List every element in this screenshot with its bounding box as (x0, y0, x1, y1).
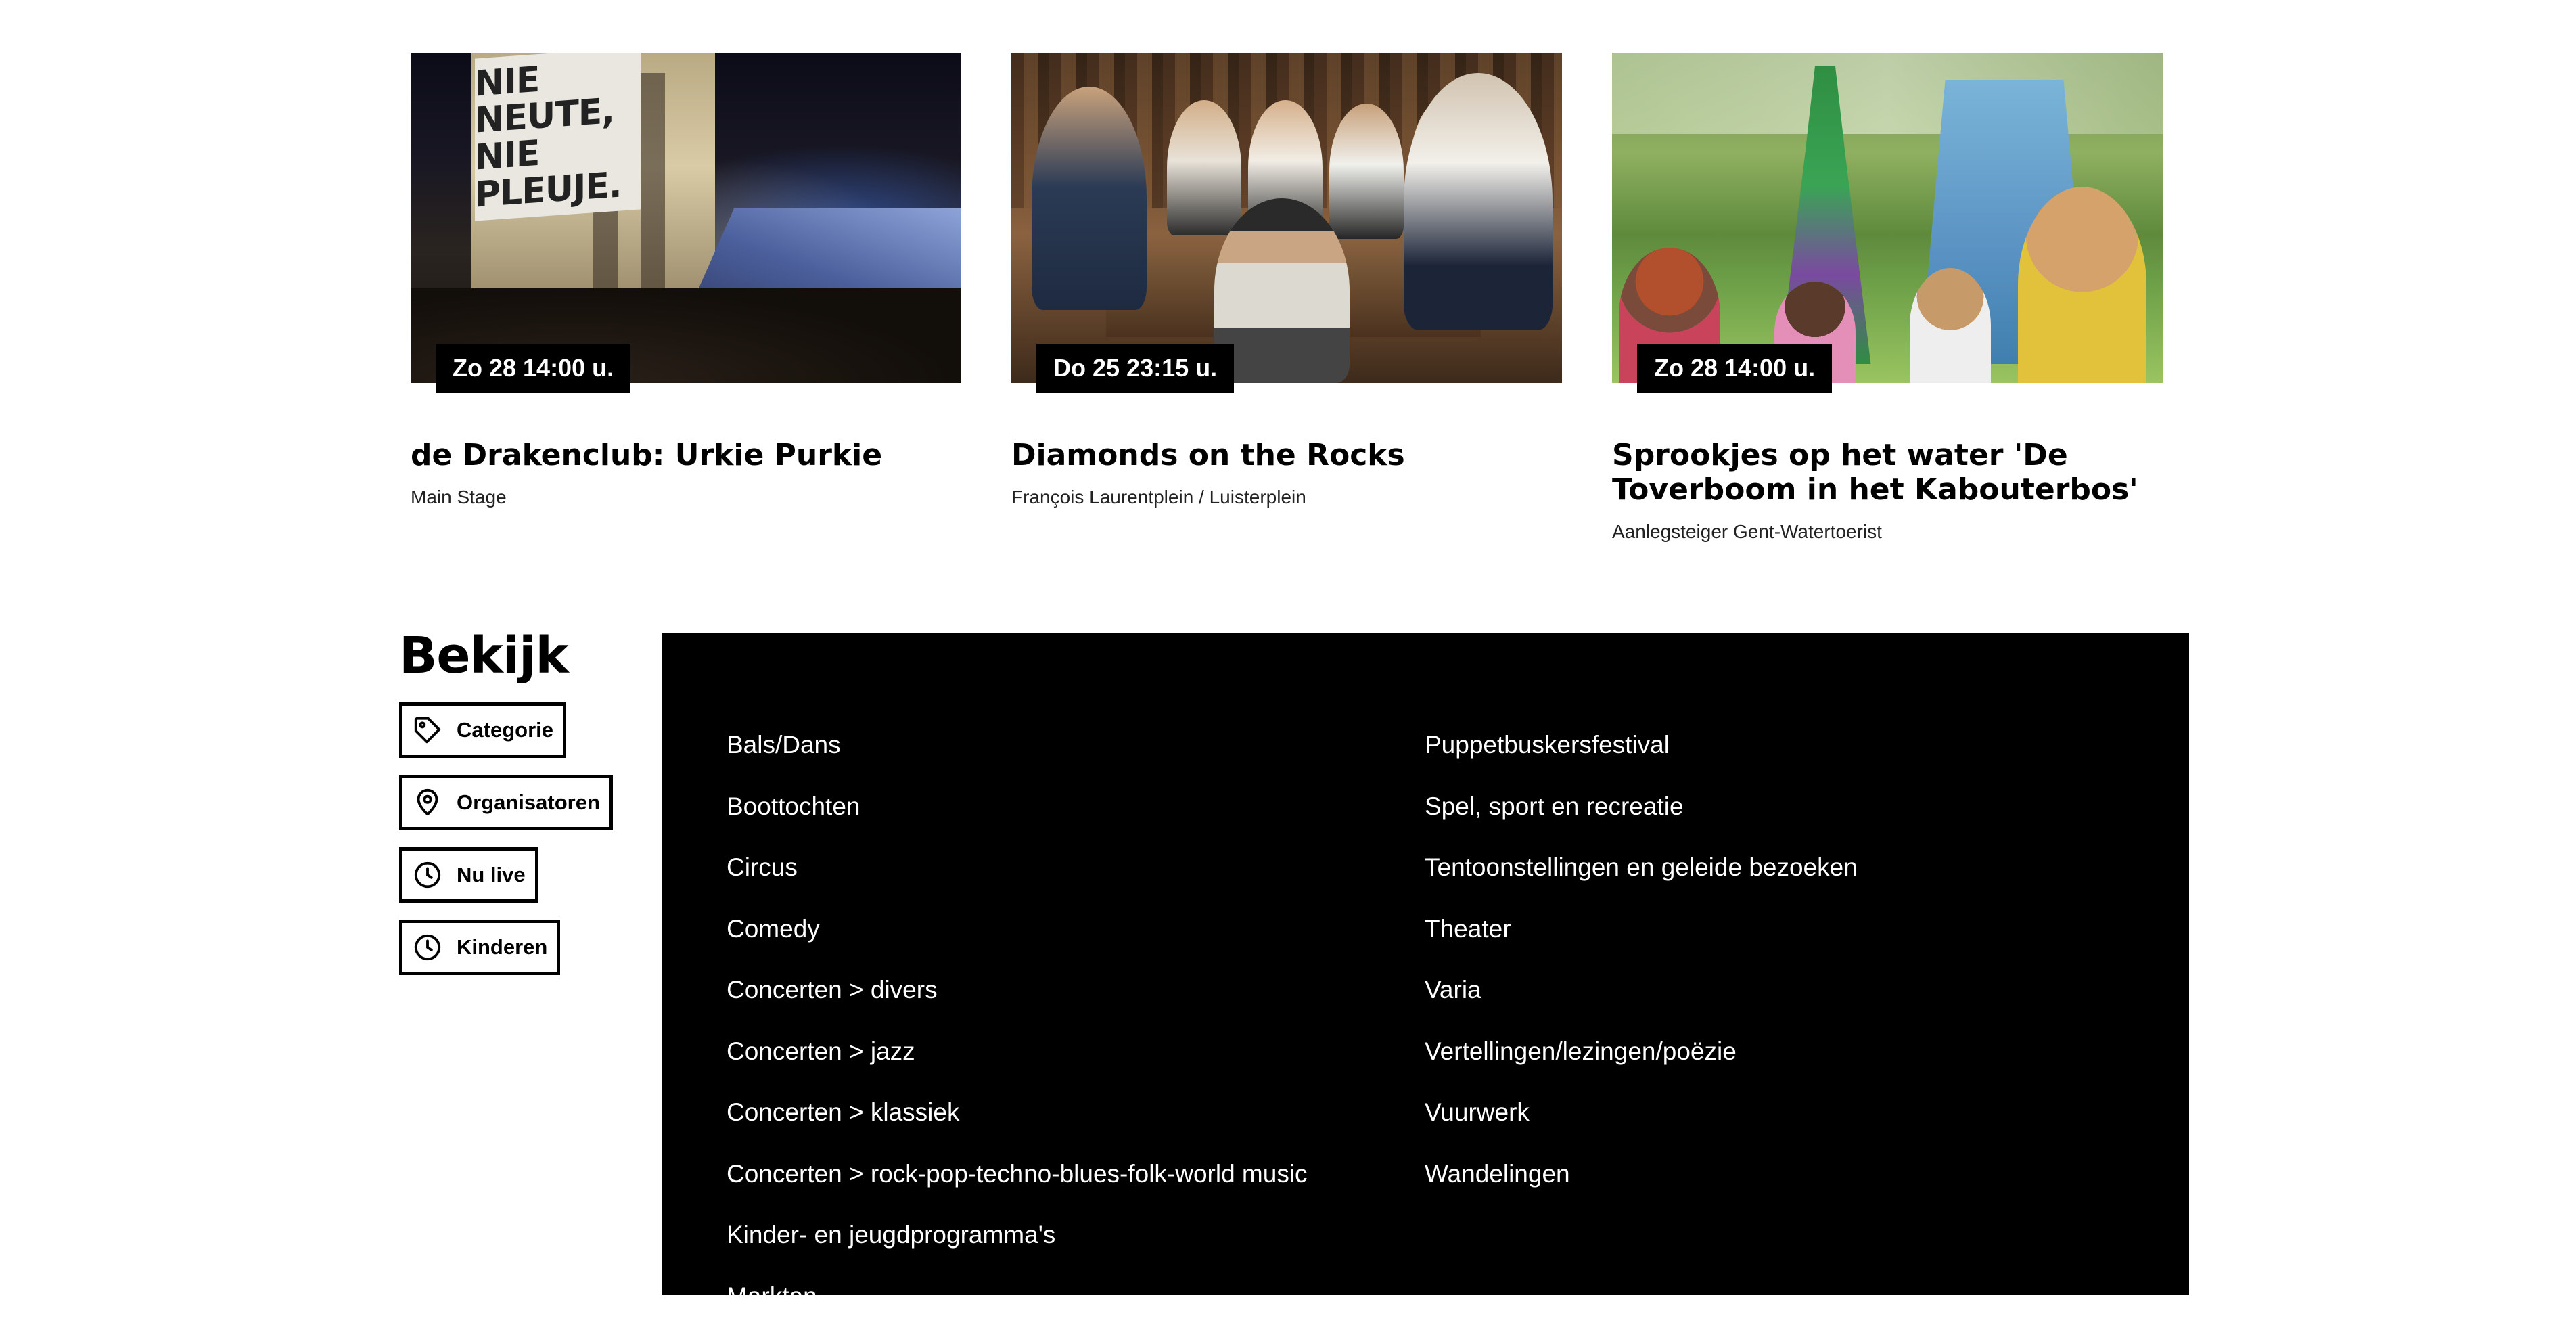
category-link[interactable]: Tentoonstellingen en geleide bezoeken (1425, 837, 1858, 899)
event-title[interactable]: Sprookjes op het water 'De Toverboom in … (1612, 438, 2163, 507)
image-person (1032, 87, 1147, 310)
category-link[interactable]: Varia (1425, 960, 1858, 1021)
image-sky (1612, 53, 2163, 134)
bekijk-title: Bekijk (399, 631, 616, 681)
category-link[interactable]: Vuurwerk (1425, 1082, 1858, 1144)
category-link[interactable]: Spel, sport en recreatie (1425, 776, 1858, 838)
nu-live-button[interactable]: Nu live (399, 847, 538, 903)
event-image[interactable] (1612, 53, 2163, 383)
categorie-button[interactable]: Categorie (399, 702, 566, 758)
category-column-right: Puppetbuskersfestival Spel, sport en rec… (1425, 715, 1858, 1205)
event-date-badge: Zo 28 14:00 u. (1637, 344, 1832, 393)
category-column-left: Bals/Dans Boottochten Circus Comedy Conc… (727, 715, 1308, 1327)
category-link[interactable]: Concerten > jazz (727, 1021, 1308, 1083)
organisatoren-button-label: Organisatoren (457, 790, 600, 815)
image-child (1910, 268, 1991, 383)
event-date-badge: Do 25 23:15 u. (1036, 344, 1234, 393)
event-date-badge: Zo 28 14:00 u. (436, 344, 630, 393)
event-card[interactable]: Do 25 23:15 u. Diamonds on the Rocks Fra… (1011, 53, 1562, 543)
event-image[interactable] (1011, 53, 1562, 383)
category-link[interactable]: Concerten > divers (727, 960, 1308, 1021)
event-card[interactable]: Zo 28 14:00 u. Sprookjes op het water 'D… (1612, 53, 2163, 543)
organisatoren-button[interactable]: Organisatoren (399, 775, 613, 830)
category-link[interactable]: Theater (1425, 899, 1858, 960)
filter-list: Categorie Organisatoren Nu live Kinderen (399, 702, 616, 975)
event-location: Aanlegsteiger Gent-Watertoerist (1612, 520, 2163, 543)
category-link[interactable]: Vertellingen/lezingen/poëzie (1425, 1021, 1858, 1083)
event-location: Main Stage (411, 486, 961, 509)
image-person (1329, 104, 1404, 239)
image-child (2018, 187, 2146, 383)
image-banner-line-1: NIE NEUTE, (475, 54, 641, 139)
category-link[interactable]: Comedy (727, 899, 1308, 960)
category-link[interactable]: Concerten > klassiek (727, 1082, 1308, 1144)
clock-icon (412, 859, 443, 891)
category-link[interactable]: Kinder- en jeugdprogramma's (727, 1205, 1308, 1266)
image-banner-line-2: NIE PLEUJE. (475, 128, 641, 213)
bekijk-sidebar: Bekijk Categorie Organisatoren Nu live (399, 631, 616, 975)
category-link[interactable]: Puppetbuskersfestival (1425, 715, 1858, 776)
image-person (1167, 100, 1241, 235)
category-panel: Bals/Dans Boottochten Circus Comedy Conc… (662, 633, 2189, 1295)
category-link[interactable]: Bals/Dans (727, 715, 1308, 776)
event-card-list: NIE NEUTE, NIE PLEUJE. Zo 28 14:00 u. de… (411, 53, 2163, 543)
tag-icon (412, 715, 443, 746)
event-title[interactable]: Diamonds on the Rocks (1011, 438, 1562, 472)
kinderen-button-label: Kinderen (457, 935, 547, 960)
event-card[interactable]: NIE NEUTE, NIE PLEUJE. Zo 28 14:00 u. de… (411, 53, 961, 543)
event-image[interactable]: NIE NEUTE, NIE PLEUJE. (411, 53, 961, 383)
event-title[interactable]: de Drakenclub: Urkie Purkie (411, 438, 961, 472)
category-link[interactable]: Wandelingen (1425, 1144, 1858, 1205)
category-link[interactable]: Boottochten (727, 776, 1308, 838)
image-person (1404, 73, 1552, 330)
nu-live-button-label: Nu live (457, 863, 526, 887)
location-pin-icon (412, 787, 443, 818)
clock-icon (412, 932, 443, 963)
category-link[interactable]: Concerten > rock-pop-techno-blues-folk-w… (727, 1144, 1308, 1205)
categorie-button-label: Categorie (457, 718, 553, 742)
kinderen-button[interactable]: Kinderen (399, 920, 560, 975)
image-person (1214, 198, 1350, 383)
category-link[interactable]: Circus (727, 837, 1308, 899)
category-link[interactable]: Markten (727, 1266, 1308, 1327)
event-location: François Laurentplein / Luisterplein (1011, 486, 1562, 509)
image-banner: NIE NEUTE, NIE PLEUJE. (475, 53, 641, 221)
